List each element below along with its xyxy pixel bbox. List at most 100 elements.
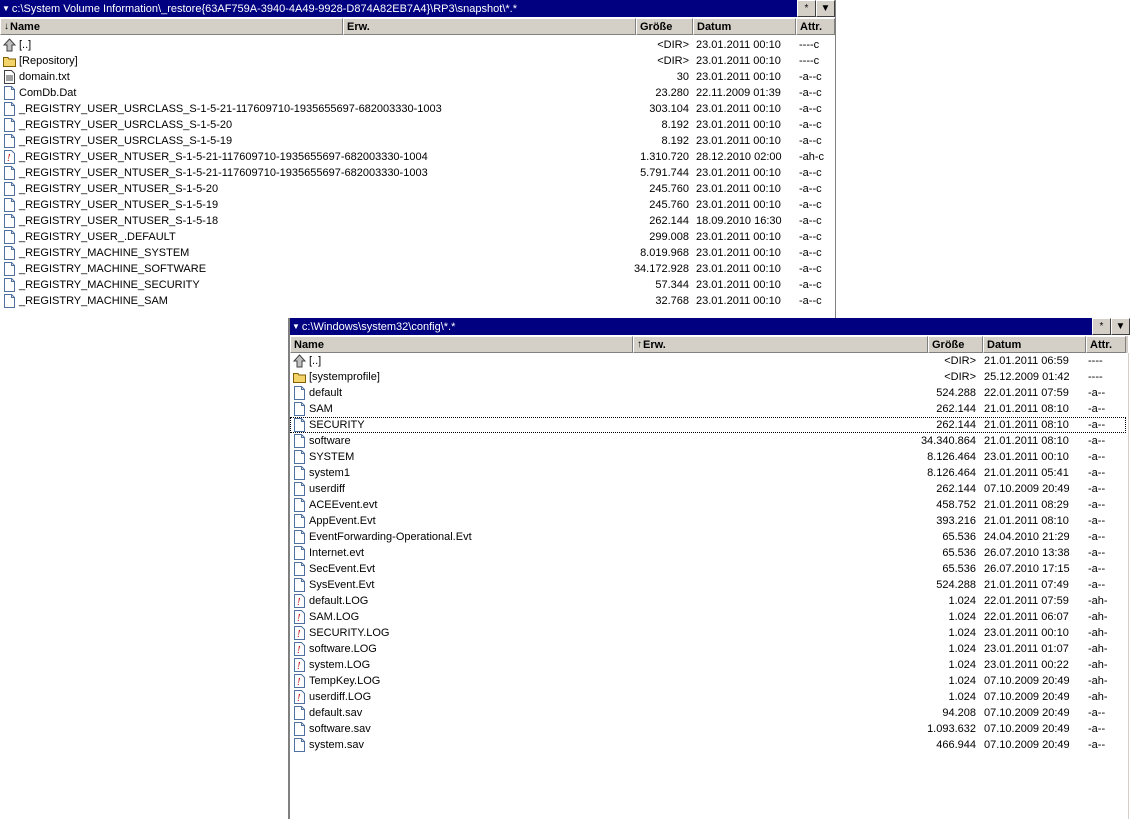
file-icon [293,562,306,576]
column-attr-header[interactable]: Attr. [1086,336,1126,353]
file-row[interactable]: SysEvent.Evt 524.288 21.01.2011 07:49 -a-- [290,577,1126,593]
file-row[interactable]: ! software.LOG 1.024 23.01.2011 01:07 -ah- [290,641,1126,657]
column-date-header[interactable]: Datum [693,18,796,35]
file-icon [293,402,306,416]
file-size: 303.104 [649,103,689,115]
file-row[interactable]: _REGISTRY_USER_.DEFAULT 299.008 23.01.2011… [0,229,835,245]
file-row[interactable]: SAM 262.144 21.01.2011 08:10 -a-- [290,401,1126,417]
directory-row[interactable]: [Repository] <DIR> 23.01.2011 00:10 ----c [0,53,835,69]
file-date: 28.12.2010 02:00 [696,151,782,163]
file-icon [3,102,16,116]
directory-row[interactable]: [..] <DIR> 23.01.2011 00:10 ----c [0,37,835,53]
file-name: default.LOG [309,595,369,607]
right-file-panel[interactable]: ▼ c:\Windows\system32\config\*.* * ▼ Nam… [288,318,1130,819]
file-row[interactable]: ! userdiff.LOG 1.024 07.10.2009 20:49 -ah- [290,689,1126,705]
file-row[interactable]: default.sav 94.208 07.10.2009 20:49 -a-- [290,705,1126,721]
file-row[interactable]: default 524.288 22.01.2011 07:59 -a-- [290,385,1126,401]
file-size: 8.126.464 [927,467,976,479]
path-display[interactable]: ▼ c:\Windows\system32\config\*.* [290,318,1092,335]
file-row[interactable]: ComDb.Dat 23.280 22.11.2009 01:39 -a--c [0,85,835,101]
path-bar[interactable]: ▼ c:\System Volume Information\_restore{… [0,0,835,17]
file-row[interactable]: software.sav 1.093.632 07.10.2009 20:49 -a-… [290,721,1126,737]
file-name: domain.txt [19,71,70,83]
file-date: 23.01.2011 00:10 [696,71,781,83]
file-row[interactable]: ! default.LOG 1.024 22.01.2011 07:59 -ah- [290,593,1126,609]
column-ext-header[interactable]: Erw. [343,18,636,35]
file-icon [3,198,16,212]
history-dropdown-button[interactable]: ▼ [1111,318,1130,335]
left-file-panel[interactable]: ▼ c:\System Volume Information\_restore{… [0,0,836,351]
file-name: _REGISTRY_MACHINE_SYSTEM [19,247,190,259]
file-row[interactable]: _REGISTRY_USER_NTUSER_S-1-5-18 262.144 18.… [0,213,835,229]
file-icon [293,530,306,544]
file-row[interactable]: SYSTEM 8.126.464 23.01.2011 00:10 -a-- [290,449,1126,465]
file-date: 23.01.2011 00:10 [696,247,781,259]
history-dropdown-button[interactable]: ▼ [816,0,835,17]
file-row[interactable]: ! system.LOG 1.024 23.01.2011 00:22 -ah- [290,657,1126,673]
path-text: c:\Windows\system32\config\*.* [301,320,456,333]
file-row[interactable]: ACEEvent.evt 458.752 21.01.2011 08:29 -a-- [290,497,1126,513]
file-row[interactable]: userdiff 262.144 07.10.2009 20:49 -a-- [290,481,1126,497]
file-row[interactable]: _REGISTRY_MACHINE_SAM 32.768 23.01.2011 00… [0,293,835,309]
file-size: 262.144 [649,215,689,227]
column-size-header[interactable]: Größe [636,18,693,35]
file-attributes: -a--c [799,295,822,307]
file-attributes: ---- [1088,355,1103,367]
file-attributes: -a-- [1088,403,1106,415]
file-row[interactable]: _REGISTRY_USER_USRCLASS_S-1-5-19 8.192 23.… [0,133,835,149]
file-row[interactable]: _REGISTRY_MACHINE_SECURITY 57.344 23.01.20… [0,277,835,293]
file-row[interactable]: ! SAM.LOG 1.024 22.01.2011 06:07 -ah- [290,609,1126,625]
column-attr-header[interactable]: Attr. [796,18,835,35]
file-row[interactable]: ! TempKey.LOG 1.024 07.10.2009 20:49 -ah- [290,673,1126,689]
file-size: 299.008 [649,231,689,243]
file-row[interactable]: _REGISTRY_USER_NTUSER_S-1-5-19 245.760 23.… [0,197,835,213]
path-bar[interactable]: ▼ c:\Windows\system32\config\*.* * ▼ [290,318,1130,335]
svg-text:!: ! [297,678,301,688]
file-row[interactable]: software 34.340.864 21.01.2011 08:10 -a-- [290,433,1126,449]
file-row[interactable]: ! SECURITY.LOG 1.024 23.01.2011 00:10 -ah- [290,625,1126,641]
file-row[interactable]: EventForwarding-Operational.Evt 65.536 24.… [290,529,1126,545]
file-row[interactable]: _REGISTRY_MACHINE_SYSTEM 8.019.968 23.01.2… [0,245,835,261]
directory-row[interactable]: [..] <DIR> 21.01.2011 06:59 ---- [290,353,1126,369]
file-name: [systemprofile] [309,371,380,383]
file-name: userdiff.LOG [309,691,372,703]
file-row[interactable]: _REGISTRY_USER_NTUSER_S-1-5-20 245.760 23.… [0,181,835,197]
favorites-star-button[interactable]: * [797,0,816,17]
column-date-header[interactable]: Datum [983,336,1086,353]
directory-row[interactable]: [systemprofile] <DIR> 25.12.2009 01:42 ---- [290,369,1126,385]
file-attributes: ----c [799,55,820,67]
file-row[interactable]: ! _REGISTRY_USER_NTUSER_S-1-5-21-11760971… [0,149,835,165]
file-name: SECURITY.LOG [309,627,390,639]
hidden-file-icon: ! [293,658,306,672]
file-date: 26.07.2010 17:15 [984,563,1070,575]
file-row[interactable]: system.sav 466.944 07.10.2009 20:49 -a-- [290,737,1126,753]
file-row[interactable]: AppEvent.Evt 393.216 21.01.2011 08:10 -a-- [290,513,1126,529]
file-row[interactable]: Internet.evt 65.536 26.07.2010 13:38 -a-- [290,545,1126,561]
column-size-header[interactable]: Größe [928,336,983,353]
file-row[interactable]: _REGISTRY_USER_USRCLASS_S-1-5-21-1176097… [0,101,835,117]
file-date: 23.01.2011 00:10 [696,119,781,131]
file-row[interactable]: SecEvent.Evt 65.536 26.07.2010 17:15 -a-- [290,561,1126,577]
file-row[interactable]: system1 8.126.464 21.01.2011 05:41 -a-- [290,465,1126,481]
svg-text:!: ! [297,630,301,640]
file-name: software [309,435,351,447]
file-date: 26.07.2010 13:38 [984,547,1070,559]
column-ext-header[interactable]: ↑ Erw. [633,336,928,353]
svg-text:!: ! [297,662,301,672]
file-date: 21.01.2011 07:49 [984,579,1069,591]
file-row[interactable]: _REGISTRY_USER_USRCLASS_S-1-5-20 8.192 23.… [0,117,835,133]
folder-icon [3,54,16,68]
file-row[interactable]: SECURITY 262.144 21.01.2011 08:10 -a-- [290,417,1126,433]
file-date: 23.01.2011 00:10 [696,55,781,67]
file-size: 57.344 [655,279,689,291]
file-size: 30 [676,71,689,83]
file-row[interactable]: domain.txt 30 23.01.2011 00:10 -a--c [0,69,835,85]
file-icon [293,578,306,592]
favorites-star-button[interactable]: * [1092,318,1111,335]
path-display[interactable]: ▼ c:\System Volume Information\_restore{… [0,0,797,17]
column-name-header[interactable]: Name [290,336,633,353]
file-row[interactable]: _REGISTRY_USER_NTUSER_S-1-5-21-117609710… [0,165,835,181]
file-date: 23.01.2011 00:10 [696,279,781,291]
column-name-header[interactable]: ↓ Name [0,18,343,35]
file-row[interactable]: _REGISTRY_MACHINE_SOFTWARE 34.172.928 23.0… [0,261,835,277]
